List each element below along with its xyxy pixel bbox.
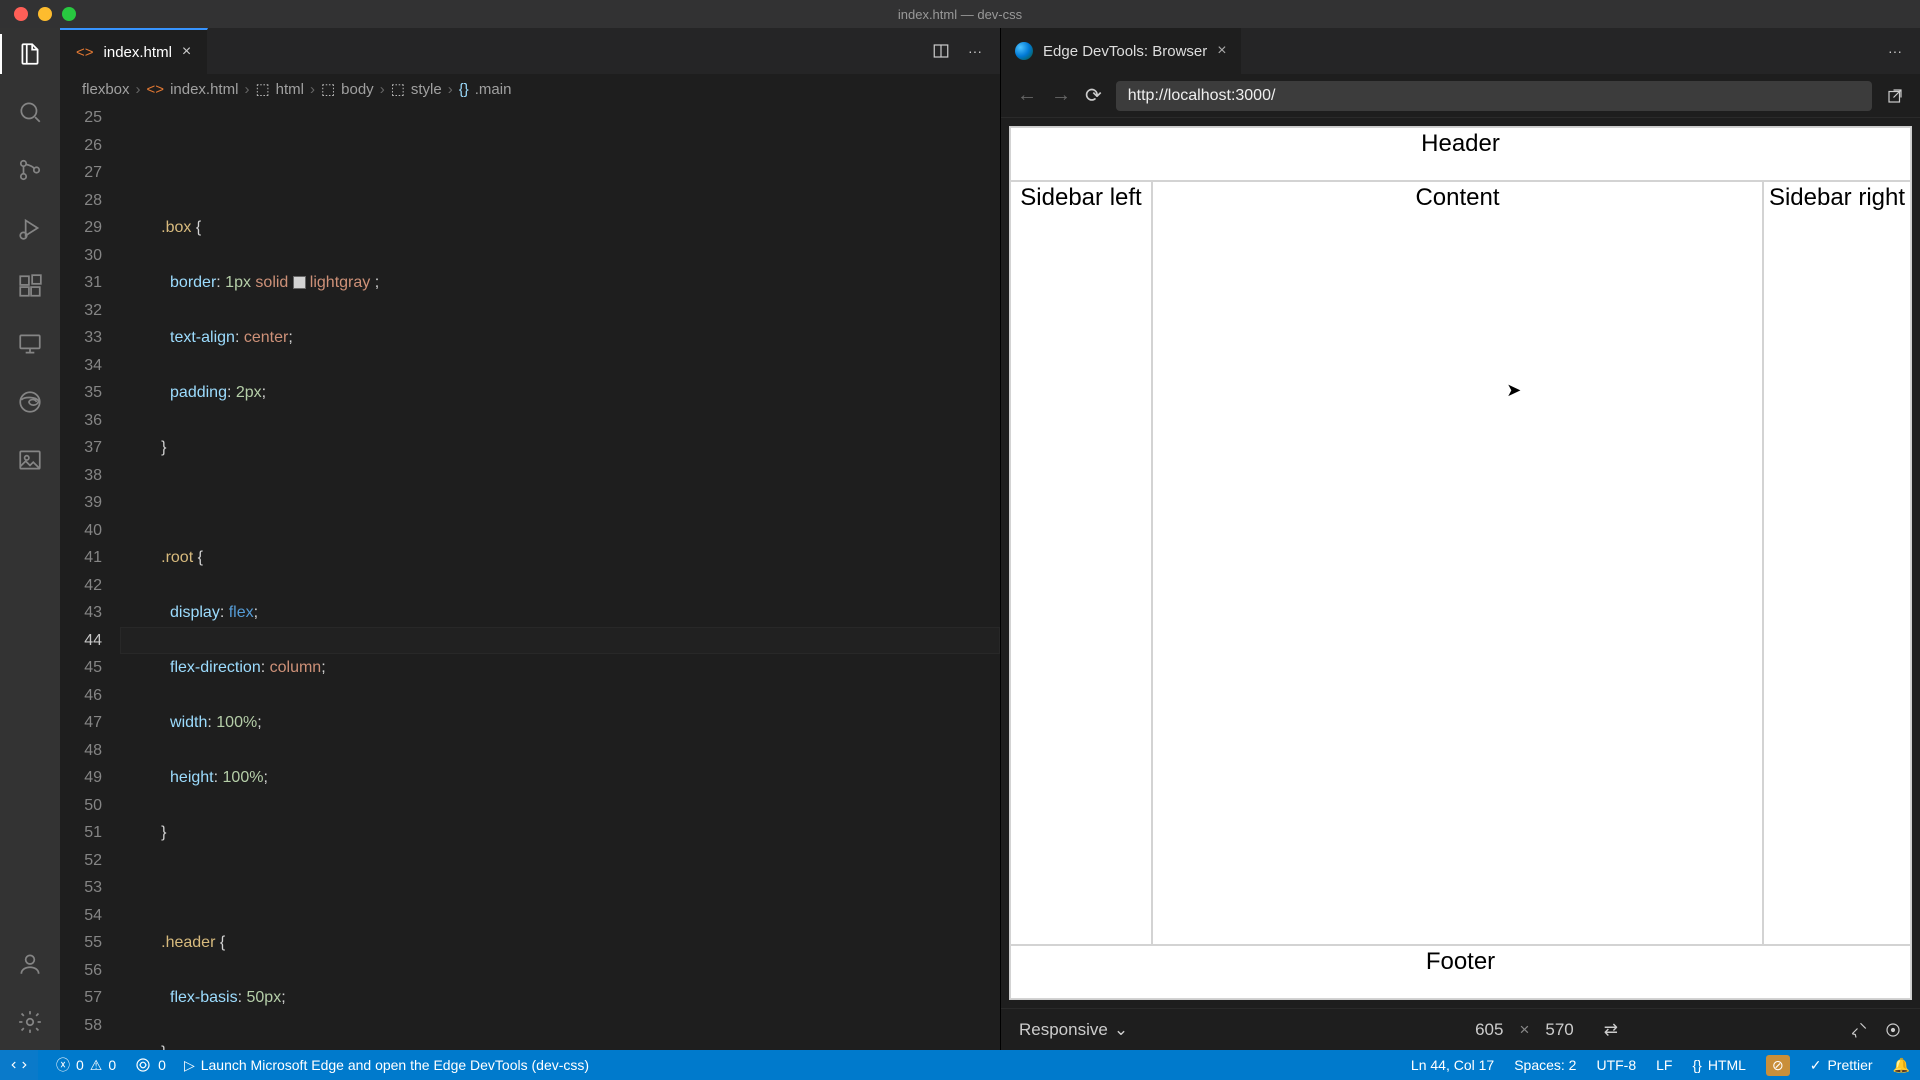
close-tab-icon[interactable]: × — [182, 43, 191, 61]
open-external-icon[interactable] — [1886, 87, 1904, 105]
chevron-right-icon: › — [448, 81, 453, 98]
browser-preview[interactable]: Header Sidebar left Content➤ Sidebar rig… — [1009, 126, 1912, 1000]
viewport-height[interactable]: 570 — [1545, 1020, 1573, 1040]
status-cursor-position[interactable]: Ln 44, Col 17 — [1411, 1057, 1494, 1073]
breadcrumb-folder[interactable]: flexbox — [82, 81, 130, 98]
status-indentation[interactable]: Spaces: 2 — [1514, 1057, 1576, 1073]
preview-footer: Footer — [1010, 945, 1911, 999]
tab-index-html[interactable]: <> index.html × — [60, 28, 208, 74]
edge-icon — [1015, 42, 1033, 60]
tab-edge-devtools[interactable]: Edge DevTools: Browser × — [1001, 28, 1241, 74]
inspect-icon[interactable] — [1884, 1021, 1902, 1039]
status-launch-task[interactable]: ▷Launch Microsoft Edge and open the Edge… — [184, 1057, 589, 1074]
remote-indicator[interactable] — [0, 1050, 38, 1080]
remote-explorer-icon[interactable] — [16, 330, 44, 358]
maximize-window[interactable] — [62, 7, 76, 21]
close-window[interactable] — [14, 7, 28, 21]
window-title: index.html — dev-css — [898, 7, 1022, 22]
preview-header: Header — [1010, 127, 1911, 181]
breadcrumb[interactable]: flexbox › <> index.html › ⬚ html › ⬚ bod… — [60, 74, 1000, 104]
browser-toolbar: ← → ⟳ — [1001, 74, 1920, 118]
css-rule-icon: {} — [459, 81, 469, 98]
status-language[interactable]: {}HTML — [1692, 1057, 1745, 1073]
editor-group-left: <> index.html × ··· flexbox › <> index.h… — [60, 28, 1000, 1050]
forward-icon[interactable]: → — [1051, 84, 1071, 107]
breadcrumb-body[interactable]: body — [341, 81, 374, 98]
source-control-icon[interactable] — [16, 156, 44, 184]
preview-content: Content➤ — [1152, 181, 1763, 945]
status-prettier[interactable]: ✓Prettier — [1810, 1057, 1873, 1074]
editor-group-right: Edge DevTools: Browser × ··· ← → ⟳ Heade… — [1000, 28, 1920, 1050]
extensions-icon[interactable] — [16, 272, 44, 300]
status-errors[interactable]: ⓧ0⚠0 — [56, 1055, 116, 1075]
minimize-window[interactable] — [38, 7, 52, 21]
status-go-live[interactable]: ⊘ — [1766, 1055, 1790, 1076]
viewport-width[interactable]: 605 — [1475, 1020, 1503, 1040]
preview-sidebar-left: Sidebar left — [1010, 181, 1152, 945]
breadcrumb-file[interactable]: index.html — [170, 81, 238, 98]
edge-tools-icon[interactable] — [16, 388, 44, 416]
titlebar: index.html — dev-css — [0, 0, 1920, 28]
address-bar[interactable] — [1116, 81, 1872, 111]
settings-gear-icon[interactable] — [16, 1008, 44, 1036]
status-eol[interactable]: LF — [1656, 1057, 1672, 1073]
html-tag-icon: ⬚ — [321, 80, 335, 98]
status-ports[interactable]: 0 — [134, 1056, 166, 1074]
back-icon[interactable]: ← — [1017, 84, 1037, 107]
main-layout: <> index.html × ··· flexbox › <> index.h… — [0, 28, 1920, 1050]
devtools-tabs: Edge DevTools: Browser × ··· — [1001, 28, 1920, 74]
chevron-right-icon: › — [310, 81, 315, 98]
chevron-right-icon: › — [380, 81, 385, 98]
status-encoding[interactable]: UTF-8 — [1596, 1057, 1636, 1073]
split-editor-icon[interactable] — [932, 42, 950, 60]
html-file-icon: <> — [76, 44, 94, 61]
window-controls[interactable] — [0, 7, 76, 21]
breadcrumb-selector[interactable]: .main — [475, 81, 512, 98]
more-actions-icon[interactable]: ··· — [1888, 43, 1902, 59]
run-debug-icon[interactable] — [16, 214, 44, 242]
editor-tabs: <> index.html × ··· — [60, 28, 1000, 74]
code-content[interactable]: .box { border: 1px solid lightgray ; tex… — [130, 104, 1000, 1050]
device-emulation-bar: Responsive ⌄ 605 × 570 ⇄ — [1001, 1008, 1920, 1050]
screencast-icon[interactable] — [1850, 1021, 1868, 1039]
preview-sidebar-right: Sidebar right — [1763, 181, 1911, 945]
chevron-down-icon: ⌄ — [1114, 1020, 1128, 1040]
close-tab-icon[interactable]: × — [1217, 42, 1226, 60]
line-numbers: 2526272829303132333435363738394041424344… — [60, 104, 130, 1050]
reload-icon[interactable]: ⟳ — [1085, 83, 1102, 108]
tab-label: Edge DevTools: Browser — [1043, 43, 1207, 60]
editor-actions: ··· — [932, 28, 1000, 74]
html-tag-icon: ⬚ — [391, 80, 405, 98]
activity-bar — [0, 28, 60, 1050]
chevron-right-icon: › — [244, 81, 249, 98]
tab-label: index.html — [104, 44, 172, 61]
times-icon: × — [1519, 1020, 1529, 1040]
code-editor[interactable]: 2526272829303132333435363738394041424344… — [60, 104, 1000, 1050]
breadcrumb-html[interactable]: html — [276, 81, 304, 98]
mouse-cursor-icon: ➤ — [1506, 380, 1521, 401]
accounts-icon[interactable] — [16, 950, 44, 978]
html-tag-icon: ⬚ — [255, 80, 269, 98]
status-bar: ⓧ0⚠0 0 ▷Launch Microsoft Edge and open t… — [0, 1050, 1920, 1080]
chevron-right-icon: › — [136, 81, 141, 98]
more-actions-icon[interactable]: ··· — [968, 43, 982, 59]
breadcrumb-style[interactable]: style — [411, 81, 442, 98]
html-file-icon: <> — [147, 81, 165, 98]
search-icon[interactable] — [16, 98, 44, 126]
explorer-icon[interactable] — [16, 40, 44, 68]
image-icon[interactable] — [16, 446, 44, 474]
rotate-icon[interactable]: ⇄ — [1604, 1020, 1618, 1040]
device-selector[interactable]: Responsive ⌄ — [1019, 1020, 1128, 1040]
status-notifications-icon[interactable]: 🔔 — [1893, 1057, 1910, 1074]
